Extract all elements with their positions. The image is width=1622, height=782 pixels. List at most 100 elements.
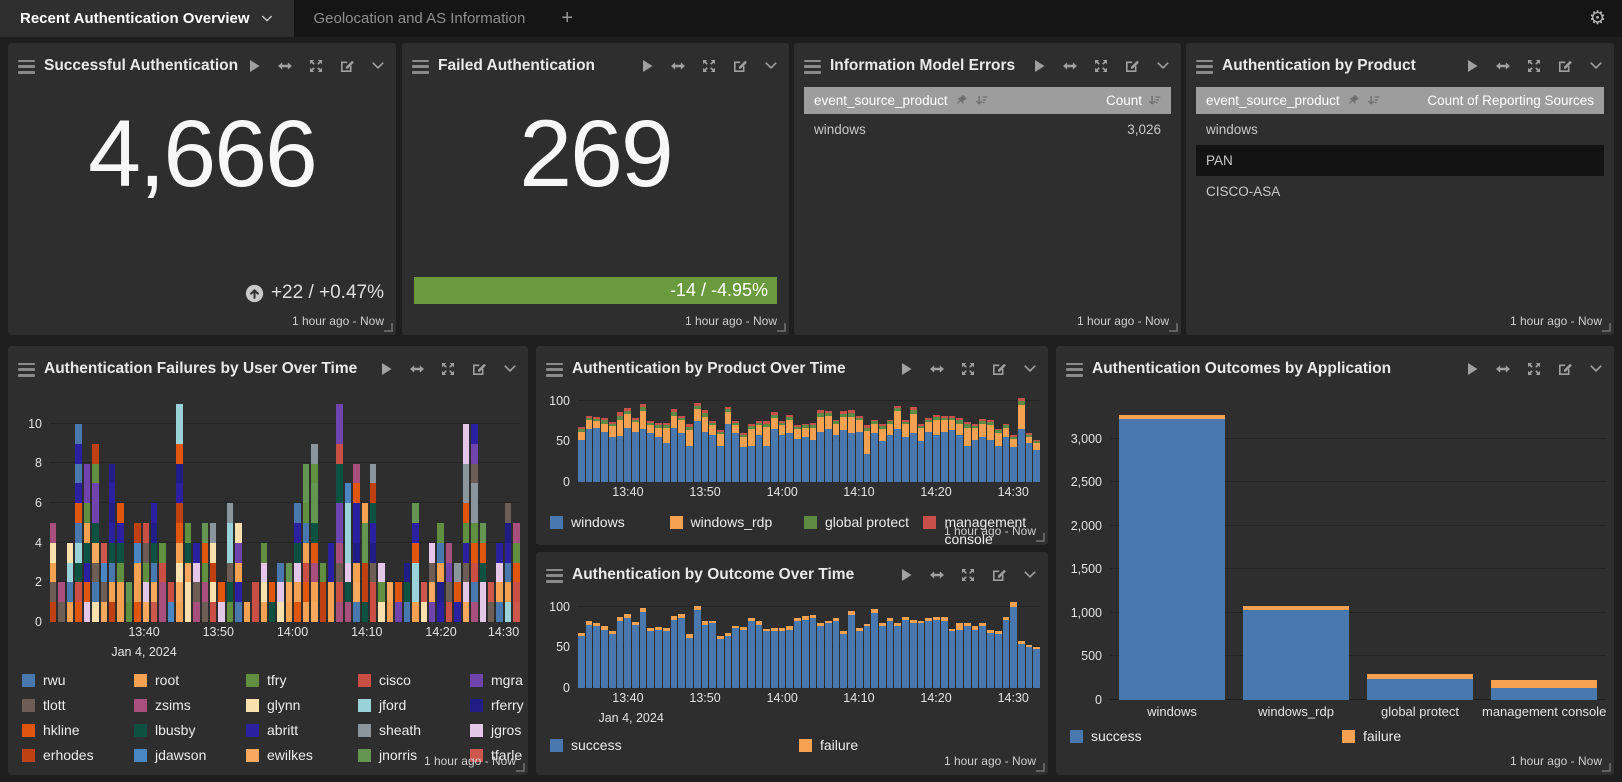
bar[interactable]	[101, 398, 107, 622]
bar[interactable]	[987, 396, 994, 482]
bar[interactable]	[496, 398, 502, 622]
bar[interactable]	[1010, 602, 1017, 688]
bar[interactable]	[1026, 602, 1033, 688]
expand-icon[interactable]	[960, 361, 976, 377]
drag-handle-icon[interactable]	[546, 568, 563, 583]
bar[interactable]	[740, 396, 747, 482]
bar[interactable]	[894, 602, 901, 688]
bar[interactable]	[404, 398, 410, 622]
bar[interactable]	[75, 398, 81, 622]
bar[interactable]	[1367, 404, 1474, 700]
expand-icon[interactable]	[1526, 361, 1542, 377]
bar[interactable]	[362, 398, 368, 622]
bar[interactable]	[353, 398, 359, 622]
bar[interactable]	[67, 398, 73, 622]
bar[interactable]	[748, 602, 755, 688]
bar[interactable]	[786, 602, 793, 688]
bar[interactable]	[261, 398, 267, 622]
bar[interactable]	[1018, 396, 1025, 482]
bar[interactable]	[810, 602, 817, 688]
bar[interactable]	[756, 396, 763, 482]
bar[interactable]	[387, 398, 393, 622]
bar[interactable]	[513, 398, 519, 622]
bar[interactable]	[833, 396, 840, 482]
bar[interactable]	[949, 396, 956, 482]
legend-item[interactable]: mgra	[470, 672, 528, 697]
legend-item[interactable]: tlott	[22, 697, 134, 722]
pan-horizontal-icon[interactable]	[409, 361, 425, 377]
bar[interactable]	[1119, 404, 1226, 700]
bar[interactable]	[1018, 602, 1025, 688]
bar[interactable]	[918, 396, 925, 482]
bar[interactable]	[134, 398, 140, 622]
bar[interactable]	[601, 602, 608, 688]
expand-icon[interactable]	[440, 361, 456, 377]
legend-item[interactable]: lbusby	[134, 722, 246, 747]
column-header[interactable]: event_source_product	[814, 93, 948, 108]
bar[interactable]	[979, 602, 986, 688]
bar[interactable]	[578, 396, 585, 482]
bar[interactable]	[810, 396, 817, 482]
bar[interactable]	[979, 396, 986, 482]
drag-handle-icon[interactable]	[1066, 362, 1083, 377]
bar[interactable]	[918, 602, 925, 688]
bar[interactable]	[702, 602, 709, 688]
bar[interactable]	[848, 396, 855, 482]
bar[interactable]	[694, 396, 701, 482]
bar[interactable]	[1033, 396, 1040, 482]
edit-icon[interactable]	[1557, 58, 1573, 74]
bar[interactable]	[910, 396, 917, 482]
bar[interactable]	[252, 398, 258, 622]
bar[interactable]	[802, 602, 809, 688]
bar[interactable]	[617, 396, 624, 482]
bar[interactable]	[185, 398, 191, 622]
bar[interactable]	[871, 396, 878, 482]
drag-handle-icon[interactable]	[18, 59, 35, 74]
legend-item[interactable]: global protect	[804, 514, 924, 548]
bar[interactable]	[412, 398, 418, 622]
edit-icon[interactable]	[991, 361, 1007, 377]
bar[interactable]	[771, 396, 778, 482]
table-row[interactable]: windows3,026	[804, 114, 1171, 145]
bar[interactable]	[1243, 404, 1350, 700]
drag-handle-icon[interactable]	[18, 362, 35, 377]
expand-icon[interactable]	[308, 58, 324, 74]
bar[interactable]	[311, 398, 317, 622]
pan-horizontal-icon[interactable]	[277, 58, 293, 74]
bar[interactable]	[686, 396, 693, 482]
bar[interactable]	[218, 398, 224, 622]
bar[interactable]	[702, 396, 709, 482]
bar[interactable]	[601, 396, 608, 482]
legend-item[interactable]: sheath	[358, 722, 470, 747]
resize-handle[interactable]	[1036, 763, 1045, 772]
bar[interactable]	[617, 602, 624, 688]
bar[interactable]	[887, 396, 894, 482]
bar[interactable]	[609, 396, 616, 482]
bar[interactable]	[763, 396, 770, 482]
bar[interactable]	[320, 398, 326, 622]
bar[interactable]	[894, 396, 901, 482]
bar[interactable]	[740, 602, 747, 688]
bar[interactable]	[972, 602, 979, 688]
bar[interactable]	[794, 396, 801, 482]
bar[interactable]	[678, 602, 685, 688]
expand-icon[interactable]	[960, 567, 976, 583]
bar[interactable]	[328, 398, 334, 622]
pan-horizontal-icon[interactable]	[929, 567, 945, 583]
bar[interactable]	[429, 398, 435, 622]
bar[interactable]	[277, 398, 283, 622]
bar[interactable]	[972, 396, 979, 482]
bar[interactable]	[786, 396, 793, 482]
sort-desc-icon[interactable]	[1367, 94, 1380, 107]
legend-item[interactable]: tfry	[246, 672, 358, 697]
bar[interactable]	[663, 602, 670, 688]
tab-geolocation-as-info[interactable]: Geolocation and AS Information	[294, 0, 546, 37]
bar[interactable]	[1003, 396, 1010, 482]
legend-item[interactable]: success	[1070, 728, 1342, 745]
bar[interactable]	[995, 602, 1002, 688]
edit-icon[interactable]	[471, 361, 487, 377]
bar[interactable]	[609, 602, 616, 688]
bar[interactable]	[235, 398, 241, 622]
bar[interactable]	[488, 398, 494, 622]
bar[interactable]	[964, 602, 971, 688]
